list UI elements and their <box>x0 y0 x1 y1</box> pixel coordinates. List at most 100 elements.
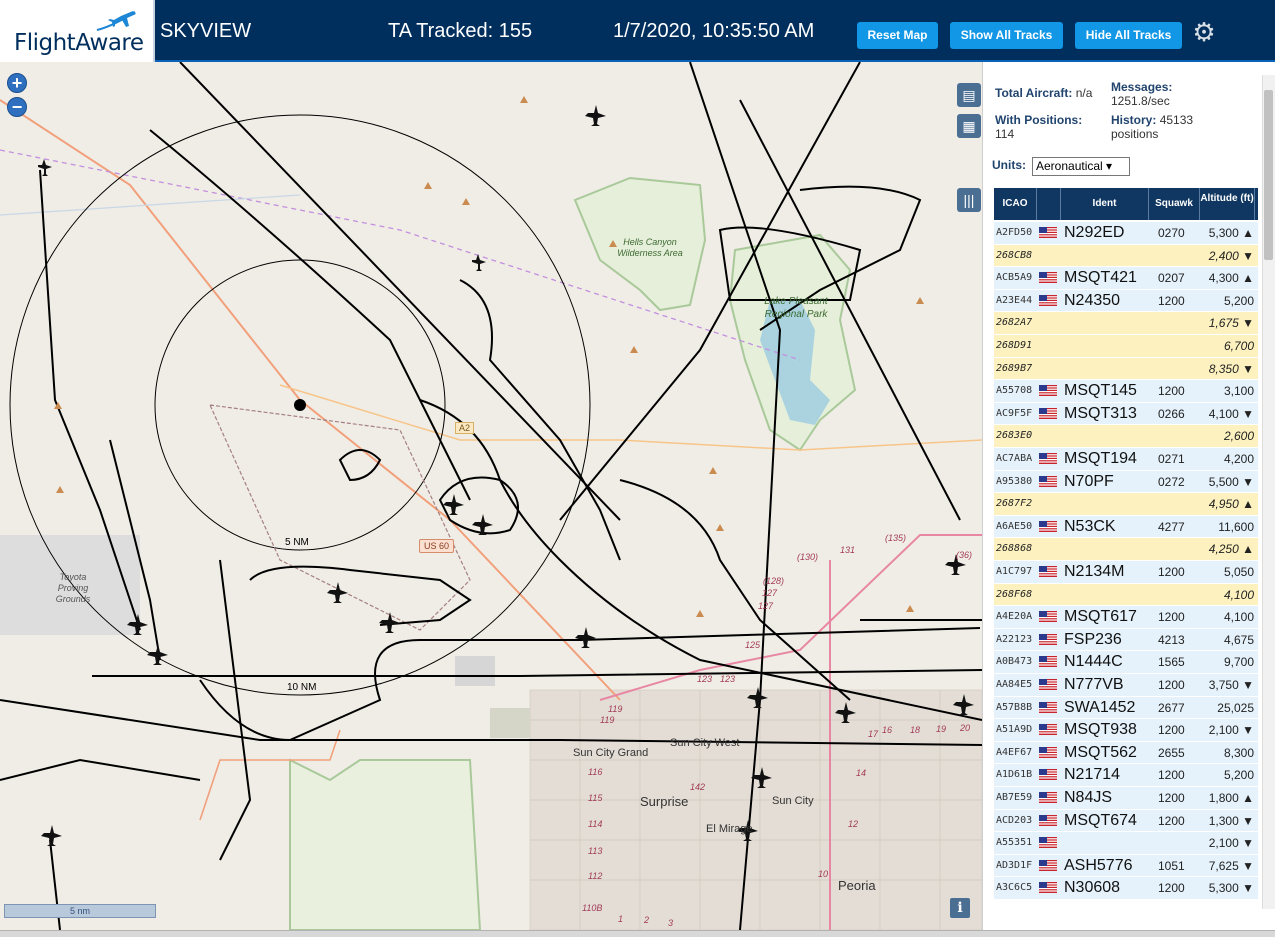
icao-cell: AB7E59 <box>996 792 1033 803</box>
route-label: 17 <box>868 729 879 739</box>
place-hells-canyon: Hells Canyon Wilderness Area <box>617 237 683 258</box>
table-row[interactable]: AC7ABA MSQT194 0271 4,200 <box>994 448 1258 471</box>
table-row[interactable]: AB7E59 N84JS 1200 1,800 ▲ <box>994 787 1258 810</box>
table-row[interactable]: 268CB8 2,400 ▼ <box>994 244 1258 268</box>
column-ident[interactable]: Ident <box>1061 188 1149 220</box>
table-row[interactable]: A4EF67 MSQT562 2655 8,300 <box>994 741 1258 765</box>
column-altitude[interactable]: Altitude (ft) <box>1200 188 1255 220</box>
table-row[interactable]: 2687F2 4,950 ▲ <box>994 493 1258 516</box>
altitude-cell: 4,200 <box>1223 452 1254 466</box>
table-row[interactable]: 2689B7 8,350 ▼ <box>994 357 1258 381</box>
ident-cell: N53CK <box>1064 517 1116 535</box>
columns-icon[interactable]: ||| <box>957 188 981 212</box>
flightaware-logo[interactable]: FlightAware <box>0 0 155 62</box>
table-row[interactable]: A95380 N70PF 0272 5,500 ▼ <box>994 470 1258 494</box>
altitude-cell: 4,950 ▲ <box>1208 497 1254 512</box>
route-label: 131 <box>840 545 856 555</box>
icao-cell: A1D61B <box>996 769 1033 781</box>
altitude-cell: 5,050 <box>1223 565 1254 579</box>
us-flag-icon <box>1039 566 1057 577</box>
table-row[interactable]: A4E20A MSQT617 1200 4,100 <box>994 606 1258 629</box>
with-positions-label: With Positions: <box>995 113 1083 127</box>
table-row[interactable]: ACB5A9 MSQT421 0207 4,300 ▲ <box>994 267 1258 290</box>
gear-icon[interactable]: ⚙ <box>1190 18 1218 46</box>
table-row[interactable]: A2FD50 N292ED 0270 5,300 ▲ <box>994 222 1258 245</box>
zoom-in-button[interactable]: + <box>7 73 27 93</box>
table-row[interactable]: AA84E5 N777VB 1200 3,750 ▼ <box>994 674 1258 697</box>
altitude-cell: 2,600 <box>1223 429 1254 444</box>
squawk-cell: 0270 <box>1158 226 1185 240</box>
altitude-cell: 4,300 ▲ <box>1208 271 1254 286</box>
squawk-cell: 1200 <box>1158 768 1185 783</box>
altitude-cell: 8,350 ▼ <box>1208 361 1254 376</box>
ident-cell: N292ED <box>1064 224 1125 241</box>
route-label: (36) <box>956 550 973 560</box>
route-label: 10 <box>818 869 829 879</box>
table-row[interactable]: A3C6C5 N30608 1200 5,300 ▼ <box>994 877 1258 900</box>
squawk-cell: 0271 <box>1158 452 1185 466</box>
table-row[interactable]: 268868 4,250 ▲ <box>994 538 1258 561</box>
table-row[interactable]: 268D91 6,700 <box>994 335 1258 358</box>
hide-all-tracks-button[interactable]: Hide All Tracks <box>1075 22 1182 49</box>
table-row[interactable]: ACD203 MSQT674 1200 1,300 ▼ <box>994 809 1258 833</box>
altitude-cell: 1,800 ▲ <box>1208 791 1254 805</box>
table-row[interactable]: AD3D1F ASH5776 1051 7,625 ▼ <box>994 854 1258 878</box>
us-flag-icon <box>1039 724 1057 736</box>
table-row[interactable]: A22123 FSP236 4213 4,675 <box>994 628 1258 652</box>
squawk-cell: 1200 <box>1158 565 1185 579</box>
us-flag-icon <box>1039 679 1057 690</box>
table-row[interactable]: A23E44 N24350 1200 5,200 <box>994 289 1258 313</box>
squawk-cell: 1200 <box>1158 384 1185 399</box>
table-row[interactable]: 268F68 4,100 <box>994 583 1258 607</box>
table-row[interactable]: A57B8B SWA1452 2677 25,025 <box>994 696 1258 720</box>
route-label: 127 <box>758 601 774 611</box>
squawk-cell: 0272 <box>1158 474 1185 489</box>
map-view[interactable]: 5 NM 10 NM Hells Canyon Wilderness Area … <box>0 62 982 930</box>
table-row[interactable]: 2683E0 2,600 <box>994 425 1258 448</box>
route-label: 119 <box>608 704 623 714</box>
squawk-cell: 1565 <box>1158 655 1185 670</box>
icao-cell: A22123 <box>996 633 1033 645</box>
icao-cell: 268D91 <box>996 340 1033 351</box>
column-flag[interactable] <box>1037 188 1061 220</box>
table-row[interactable]: A55708 MSQT145 1200 3,100 <box>994 380 1258 403</box>
reset-map-button[interactable]: Reset Map <box>857 22 938 49</box>
show-all-tracks-button[interactable]: Show All Tracks <box>950 22 1063 49</box>
ring-label-5nm: 5 NM <box>285 537 309 548</box>
column-squawk[interactable]: Squawk <box>1149 188 1200 220</box>
altitude-cell: 4,675 <box>1223 632 1254 647</box>
table-row[interactable]: A51A9D MSQT938 1200 2,100 ▼ <box>994 719 1258 742</box>
us-flag-icon <box>1039 407 1057 419</box>
map-layers-icon[interactable]: ▤ <box>957 83 981 107</box>
table-row[interactable]: 2682A7 1,675 ▼ <box>994 312 1258 335</box>
info-icon[interactable]: i <box>950 898 970 918</box>
map-canvas[interactable] <box>0 62 982 930</box>
table-row[interactable]: A1D61B N21714 1200 5,200 <box>994 764 1258 787</box>
route-label: 1 <box>618 914 624 924</box>
with-positions-value: 114 <box>995 127 1015 141</box>
ident-cell: N21714 <box>1064 766 1121 784</box>
brand-name: FlightAware <box>14 30 144 56</box>
table-row[interactable]: A0B473 N1444C 1565 9,700 <box>994 651 1258 674</box>
history-label: History: <box>1111 113 1157 127</box>
ident-cell: ASH5776 <box>1064 856 1133 874</box>
history-value: 45133 <box>1159 113 1194 127</box>
squawk-cell: 2655 <box>1158 745 1185 760</box>
place-sun-city-grand: Sun City Grand <box>573 747 649 759</box>
us-flag-icon <box>1039 814 1057 826</box>
sidebar-scroll-thumb[interactable] <box>1264 90 1273 260</box>
icao-cell: A55351 <box>996 837 1033 849</box>
route-label: 123 <box>720 674 736 684</box>
icao-cell: A4EF67 <box>996 746 1033 758</box>
table-row[interactable]: A55351 2,100 ▼ <box>994 832 1258 855</box>
altitude-cell: 4,100 <box>1223 610 1254 625</box>
altitude-cell: 5,300 ▼ <box>1208 881 1254 896</box>
route-label: (135) <box>885 533 907 543</box>
table-row[interactable]: A1C797 N2134M 1200 5,050 <box>994 561 1258 584</box>
zoom-out-button[interactable]: − <box>7 97 27 117</box>
table-row[interactable]: A6AE50 N53CK 4277 11,600 <box>994 515 1258 539</box>
units-select[interactable]: Aeronautical ▾ <box>1032 157 1130 176</box>
table-row[interactable]: AC9F5F MSQT313 0266 4,100 ▼ <box>994 402 1258 426</box>
column-icao[interactable]: ICAO <box>994 188 1037 220</box>
grid-icon[interactable]: ▦ <box>957 114 981 138</box>
